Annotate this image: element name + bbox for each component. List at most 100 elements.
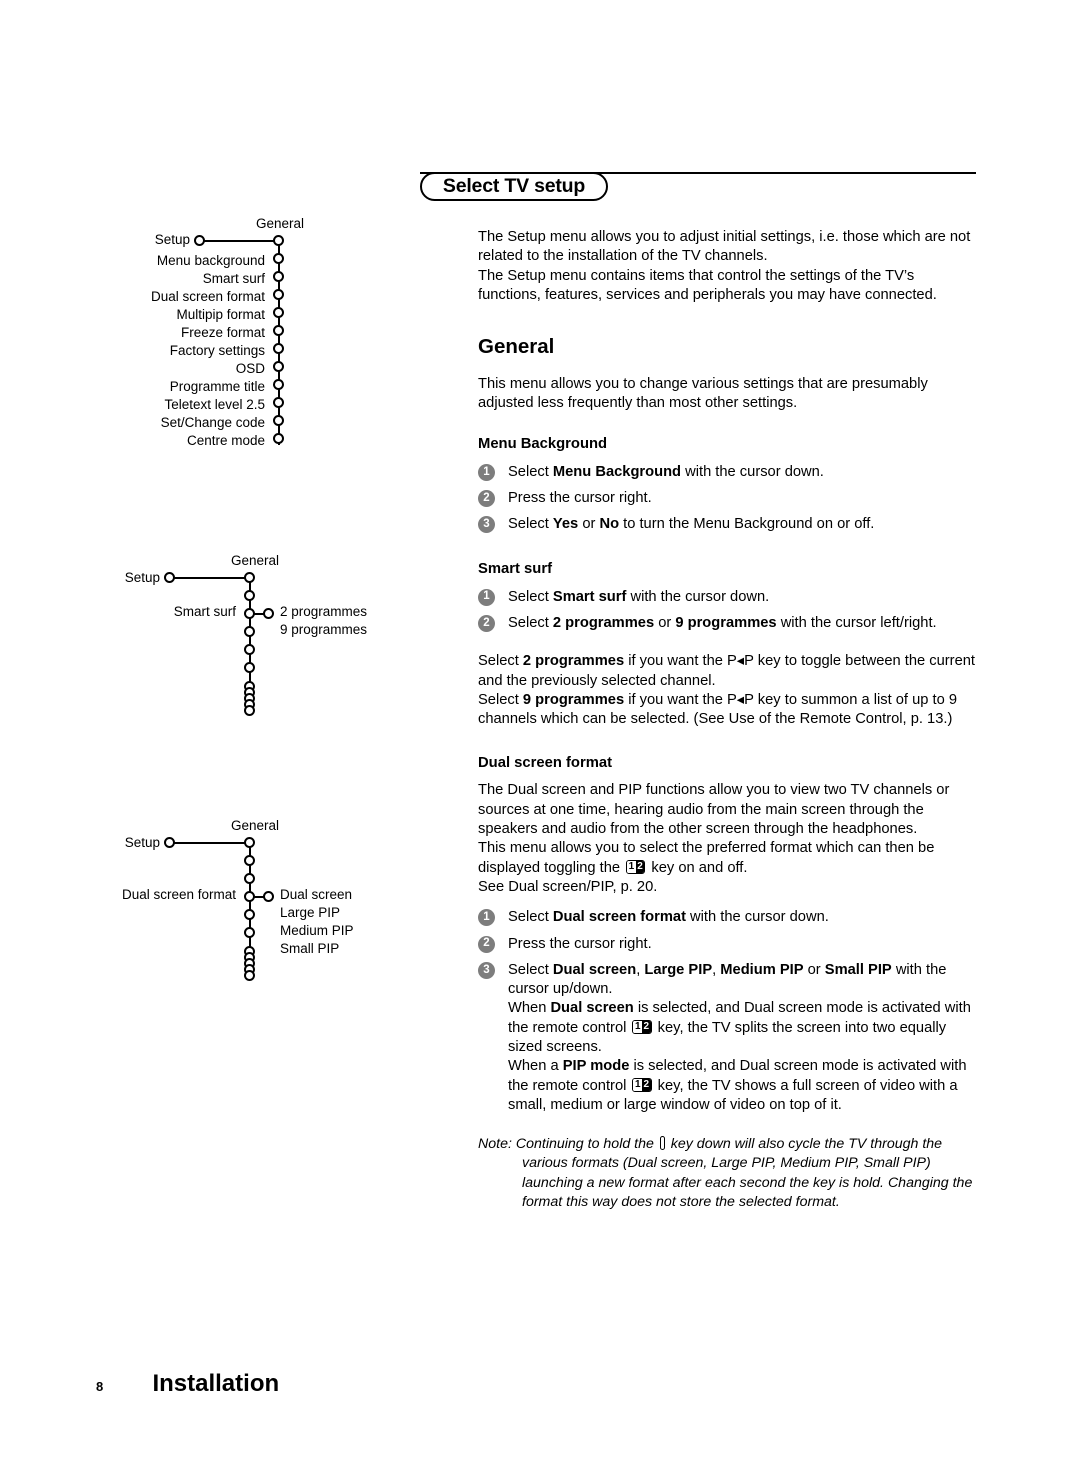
tree1-item-label-2: Dual screen format [150, 289, 265, 304]
tree2-node-option [263, 608, 274, 619]
tree3-node-5 [244, 927, 255, 938]
tree2-option-label-0: 2 programmes [280, 604, 368, 619]
intro-paragraph-2: The Setup menu contains items that contr… [478, 267, 937, 303]
tree1-root-label: Setup [154, 232, 190, 247]
tree1-item-label-0: Menu background [156, 253, 265, 268]
tree2-root-node [164, 572, 175, 583]
tree3-node-2 [244, 873, 255, 884]
tree1-item-label-5: Factory settings [169, 343, 265, 358]
dual-screen-paragraph-3: See Dual screen/PIP, p. 20. [478, 878, 658, 895]
tree3-node-4 [244, 909, 255, 920]
tree1-column-label: General [255, 216, 305, 231]
subheading-dual-screen-format: Dual screen format [478, 755, 613, 772]
tree2-column-label: General [230, 553, 280, 568]
step-text: Press the cursor right. [508, 490, 652, 507]
page-number: 8 [96, 1379, 104, 1394]
tree3-option-label-2: Medium PIP [280, 923, 354, 938]
tree1-node-9 [273, 415, 284, 426]
step-bullet: 3 [478, 516, 495, 534]
page-title-pill: Select TV setup [420, 172, 608, 201]
tree3-option-label-3: Small PIP [280, 941, 340, 956]
tree3-option-label-0: Dual screen [280, 887, 353, 902]
tree1-item-label-6: OSD [235, 361, 265, 376]
pip-key-glyph: P◂P [727, 653, 754, 670]
tree3-node-general [244, 837, 255, 848]
tree1-root-connector [202, 239, 279, 242]
tree2-option-label-1: 9 programmes [280, 622, 368, 637]
tree3-root-node [164, 837, 175, 848]
step-text: Press the cursor right. [508, 935, 652, 952]
tree2-node-4 [244, 644, 255, 655]
tree2-node-selected [244, 608, 255, 619]
tree3-node-option [263, 891, 274, 902]
step-bullet: 1 [478, 463, 495, 481]
step-item: 2 Press the cursor right. [478, 935, 978, 954]
tree1-node-7 [273, 379, 284, 390]
tree2-selected-label: Smart surf [173, 604, 236, 619]
step-bullet: 1 [478, 588, 495, 606]
tree1-node-6 [273, 361, 284, 372]
tree1-root-node [194, 235, 205, 246]
tree2-node-1 [244, 590, 255, 601]
subheading-menu-background: Menu Background [478, 435, 608, 452]
key-12-icon: 12 [632, 1019, 652, 1034]
step-item: 3 Select Yes or No to turn the Menu Back… [478, 515, 978, 534]
main-content: The Setup menu allows you to adjust init… [478, 228, 978, 1226]
tree2-node-3 [244, 626, 255, 637]
tree3-column-label: General [230, 818, 280, 833]
subheading-smart-surf: Smart surf [478, 560, 553, 577]
chapter-title: Installation [152, 1370, 280, 1397]
page-title: Select TV setup [442, 175, 586, 197]
tree3-node-1 [244, 855, 255, 866]
key-12-icon: 12 [632, 1077, 652, 1092]
tree3-root-connector [172, 841, 250, 844]
steps-smart-surf: 1 Select Smart surf with the cursor down… [478, 588, 978, 634]
tree1-node-1 [273, 271, 284, 282]
step-item: 3 Select Dual screen, Large PIP, Medium … [478, 961, 978, 1115]
pip-key-glyph: P◂P [727, 691, 754, 708]
smart-surf-body-2: Select 9 programmes if you want the P◂P … [478, 691, 957, 728]
page-footer: 8 Installation [96, 1370, 279, 1398]
tree1-item-label-7: Programme title [169, 379, 265, 394]
tree3-option-label-1: Large PIP [280, 905, 341, 920]
tree1-item-label-1: Smart surf [202, 271, 265, 286]
step-item: 1 Select Dual screen format with the cur… [478, 908, 978, 927]
tree2-root-connector [172, 576, 250, 579]
step-bullet: 3 [478, 961, 495, 979]
tree1-item-label-10: Centre mode [186, 433, 265, 448]
key-12-icon: 12 [626, 859, 646, 874]
tree2-root-label: Setup [124, 570, 160, 585]
tree3-selected-label: Dual screen format [121, 887, 236, 902]
step-item: 2 Select 2 programmes or 9 programmes wi… [478, 614, 978, 633]
step-item: 1 Select Smart surf with the cursor down… [478, 588, 978, 607]
step-bullet: 2 [478, 614, 495, 632]
steps-menu-background: 1 Select Menu Background with the cursor… [478, 463, 978, 535]
tree1-item-label-3: Multipip format [176, 307, 265, 322]
tree3-node-stack-4 [244, 970, 255, 981]
step-text: Select Dual screen, Large PIP, Medium PI… [508, 961, 971, 1113]
step-bullet: 1 [478, 909, 495, 927]
tree1-item-label-8: Teletext level 2.5 [164, 397, 265, 412]
dual-screen-paragraph-2: This menu allows you to select the prefe… [478, 840, 935, 876]
step-text: Select 2 programmes or 9 programmes with… [508, 614, 937, 631]
dual-screen-paragraph-1: The Dual screen and PIP functions allow … [478, 782, 950, 838]
steps-dual-screen-format: 1 Select Dual screen format with the cur… [478, 908, 978, 1115]
tree1-node-5 [273, 343, 284, 354]
tree1-node-2 [273, 289, 284, 300]
key-12-icon: 12 [659, 1136, 665, 1151]
smart-surf-body-1: Select 2 programmes if you want the P◂P … [478, 653, 975, 689]
tree1-node-10 [273, 433, 284, 444]
tree2-node-5 [244, 662, 255, 673]
tree3-root-label: Setup [124, 835, 160, 850]
tree1-node-0 [273, 253, 284, 264]
tree2-node-general [244, 572, 255, 583]
tree3-node-selected [244, 891, 255, 902]
step-text: Select Menu Background with the cursor d… [508, 463, 824, 480]
tree1-node-8 [273, 397, 284, 408]
tree2-node-stack-4 [244, 705, 255, 716]
tree1-node-general [273, 235, 284, 246]
step-text: Select Smart surf with the cursor down. [508, 588, 770, 605]
general-paragraph: This menu allows you to change various s… [478, 376, 928, 412]
note-paragraph: Note: Continuing to hold the 12 key down… [478, 1136, 973, 1210]
step-bullet: 2 [478, 935, 495, 953]
